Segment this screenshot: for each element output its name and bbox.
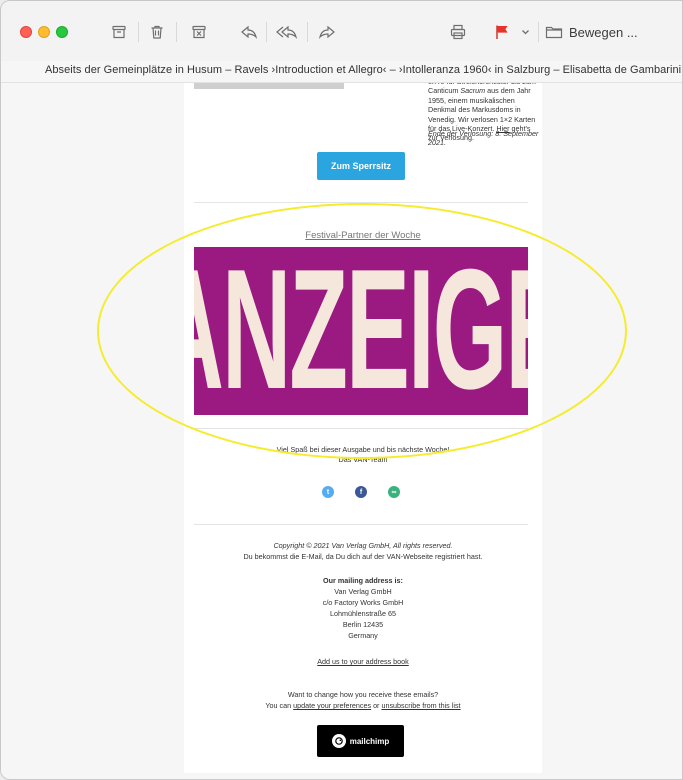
you-can-text: You can (265, 701, 292, 710)
close-window-button[interactable] (20, 26, 32, 38)
toolbar-separator (138, 22, 139, 42)
subscription-reason: Du bekommst die E-Mail, da Du dich auf d… (243, 552, 483, 561)
preferences-row: You can update your preferences or unsub… (184, 701, 542, 711)
divider (194, 202, 528, 203)
archive-icon (112, 25, 126, 39)
address-line: Van Verlag GmbH (334, 587, 392, 596)
move-button[interactable]: Bewegen ... (545, 19, 682, 45)
raffle-end-date: Ende der Verlosung: 8. September 2021. (428, 129, 539, 147)
forward-button[interactable] (315, 19, 339, 45)
flag-menu-button[interactable] (518, 19, 532, 45)
toolbar-separator (307, 22, 308, 42)
address-line: Germany (348, 631, 378, 640)
flag-icon (496, 25, 508, 39)
signature: Das VAN-Team (338, 455, 388, 464)
greeting: Viel Spaß bei dieser Ausgabe und bis näc… (276, 445, 450, 454)
unsubscribe-link[interactable]: unsubscribe from this list (381, 701, 460, 710)
mailchimp-badge[interactable]: mailchimp (317, 725, 404, 757)
add-address-book-link[interactable]: Add us to your address book (317, 657, 409, 666)
subject-bar: Abseits der Gemeinplätze in Husum – Rave… (1, 61, 683, 83)
partner-title[interactable]: Festival-Partner der Woche (184, 230, 542, 241)
junk-button[interactable] (187, 19, 211, 45)
sperrsitz-button[interactable]: Zum Sperrsitz (317, 152, 405, 180)
reply-all-icon (276, 25, 298, 39)
toolbar-separator (266, 22, 267, 42)
article-text-sacrum: Sacrum (460, 86, 486, 96)
add-address-book-link-row: Add us to your address book (184, 657, 542, 667)
print-icon (450, 24, 466, 40)
website-link[interactable]: ∞ (388, 486, 400, 498)
address-heading: Our mailing address is: (323, 576, 403, 585)
divider (194, 428, 528, 429)
reply-all-button[interactable] (274, 19, 300, 45)
article-image (194, 83, 344, 89)
twitter-icon: t (326, 488, 330, 496)
address-line: Lohmühlenstraße 65 (330, 609, 396, 618)
junk-icon (192, 25, 206, 39)
address-line: Berlin 12435 (342, 620, 384, 629)
copyright: Copyright © 2021 Van Verlag GmbH, All ri… (273, 541, 453, 550)
toolbar: Bewegen ... (1, 1, 682, 61)
advertisement-banner[interactable]: ANZEIGE (194, 247, 528, 415)
update-preferences-link[interactable]: update your preferences (293, 701, 371, 710)
mail-window: Bewegen ... Abseits der Gemeinplätze in … (0, 0, 683, 780)
reply-icon (241, 25, 258, 39)
trash-icon (151, 25, 163, 39)
folder-icon (545, 26, 563, 39)
email-body: en ré für Streichorchester bis zum Canti… (184, 83, 542, 773)
twitter-link[interactable]: t (322, 486, 334, 498)
email-subject: Abseits der Gemeinplätze in Husum – Rave… (45, 64, 683, 76)
toolbar-separator (176, 22, 177, 42)
or-text: or (373, 701, 380, 710)
delete-button[interactable] (145, 19, 169, 45)
divider (194, 524, 528, 525)
facebook-link[interactable]: f (355, 486, 367, 498)
move-button-label: Bewegen ... (569, 24, 638, 40)
mailchimp-logo-icon (331, 734, 346, 748)
zoom-window-button[interactable] (56, 26, 68, 38)
change-prompt: Want to change how you receive these ema… (287, 690, 439, 699)
mailchimp-label: mailchimp (349, 736, 390, 746)
facebook-icon: f (359, 488, 363, 496)
flag-button[interactable] (491, 19, 513, 45)
ad-text: ANZEIGE (194, 247, 528, 415)
message-view[interactable]: en ré für Streichorchester bis zum Canti… (1, 83, 682, 779)
chevron-down-icon (521, 30, 529, 35)
print-button[interactable] (446, 19, 470, 45)
website-icon: ∞ (391, 488, 397, 496)
minimize-window-button[interactable] (38, 26, 50, 38)
reply-button[interactable] (237, 19, 261, 45)
toolbar-separator (538, 22, 539, 42)
archive-button[interactable] (107, 19, 131, 45)
address-line: c/o Factory Works GmbH (322, 598, 404, 607)
forward-icon (318, 25, 335, 39)
